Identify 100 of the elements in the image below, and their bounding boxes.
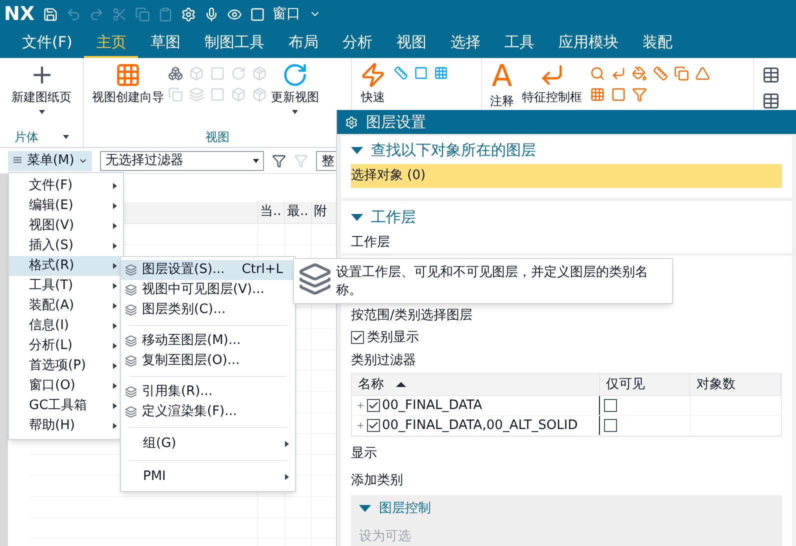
field-label: 添加类别 — [351, 472, 404, 490]
box-icon[interactable] — [231, 87, 246, 102]
ribbon-tab[interactable]: 文件(F) — [10, 28, 84, 58]
menu-item[interactable]: 移动至图层(M)... — [121, 331, 295, 351]
checkbox[interactable] — [604, 419, 618, 432]
column-header[interactable]: 对象数 — [690, 374, 781, 395]
table-icon[interactable] — [762, 92, 780, 110]
save-icon[interactable] — [42, 6, 58, 22]
ribbon-tab[interactable]: 装配 — [630, 28, 684, 58]
checkbox[interactable] — [604, 399, 618, 412]
select-object-row[interactable]: 选择对象 (0) — [351, 164, 782, 188]
ribbon-tab[interactable]: 制图工具 — [192, 28, 276, 58]
menu-item[interactable]: 复制至图层(O)... — [121, 351, 295, 371]
menu-item[interactable]: PMI — [121, 466, 295, 488]
image-icon[interactable] — [611, 87, 626, 102]
new-sheet-button[interactable]: 新建图纸页 — [12, 62, 72, 106]
copy-icon[interactable] — [134, 6, 150, 22]
section-title: 图层控制 — [379, 500, 431, 518]
copy-icon[interactable] — [168, 87, 183, 102]
menu-item[interactable]: 编辑(E) — [9, 196, 123, 216]
lightning-icon — [360, 62, 386, 88]
square-icon[interactable] — [210, 87, 225, 102]
funnel-icon[interactable] — [632, 87, 647, 102]
undo-icon[interactable] — [66, 6, 81, 22]
checkbox[interactable] — [367, 399, 380, 412]
letter-glyph: A — [492, 62, 512, 92]
paste-icon[interactable] — [158, 6, 173, 22]
column-header[interactable]: 仅可见 — [600, 374, 690, 395]
checkbox[interactable] — [351, 331, 364, 344]
triangle-icon[interactable] — [695, 66, 710, 81]
menu-item[interactable]: 图层设置(S)... Ctrl+L — [121, 260, 295, 280]
ruler-icon[interactable] — [653, 66, 668, 81]
package-icon[interactable] — [252, 66, 267, 81]
microphone-icon[interactable] — [204, 6, 219, 22]
box-icon[interactable] — [189, 66, 204, 81]
expand-icon[interactable] — [359, 505, 371, 512]
menu-item[interactable]: 引用集(R)... — [121, 382, 295, 402]
ribbon-tab[interactable]: 布局 — [276, 28, 330, 58]
ribbon-tab[interactable]: 选择 — [438, 28, 492, 58]
ribbon-tab[interactable]: 草图 — [138, 28, 192, 58]
section-label: 按范围/类别选择图层 — [351, 306, 474, 324]
submenu-arrow-icon — [285, 474, 289, 480]
scissors-icon[interactable] — [112, 6, 127, 22]
column-header[interactable]: 最.. — [285, 202, 312, 223]
ruler-icon[interactable] — [394, 66, 408, 80]
table-icon[interactable] — [762, 66, 780, 84]
paint-bucket-icon[interactable] — [632, 66, 647, 81]
layers-icon[interactable] — [189, 87, 204, 102]
copy-icon[interactable] — [674, 66, 689, 81]
shortcut-label: Ctrl+L — [242, 261, 284, 280]
update-view-button[interactable]: 更新视图 — [271, 62, 319, 106]
quick-button[interactable]: 快速 — [360, 62, 386, 106]
checkbox[interactable] — [367, 419, 380, 432]
menu-item[interactable]: 视图(V) — [9, 216, 123, 236]
menu-item[interactable]: 图层类别(C)... — [121, 300, 295, 320]
layers-icon — [125, 264, 137, 276]
expand-icon[interactable] — [356, 401, 365, 410]
expand-icon[interactable] — [351, 214, 363, 220]
expand-icon[interactable] — [356, 421, 365, 430]
submenu-arrow-icon — [113, 223, 117, 229]
field-label: 类别过滤器 — [351, 352, 417, 370]
field-label: 显示 — [351, 445, 378, 463]
ribbon-tab[interactable]: 分析 — [330, 28, 384, 58]
menu-item[interactable]: 视图中可见图层(V)... — [121, 280, 295, 300]
menu-glyph: ≡ — [12, 152, 23, 170]
caret-icon — [253, 158, 260, 162]
menu-item[interactable]: 文件(F) — [9, 176, 123, 196]
component-icon[interactable] — [168, 66, 183, 81]
submenu-arrow-icon — [285, 441, 289, 447]
window-menu[interactable]: 窗口 — [272, 4, 301, 24]
ribbon-tab[interactable]: 应用模块 — [546, 28, 630, 58]
menu-item[interactable]: 组(G) — [121, 433, 295, 455]
view-wizard-button[interactable]: 视图创建向导 — [92, 62, 164, 106]
redo-icon[interactable] — [88, 6, 104, 22]
menu-item[interactable]: 插入(S) — [9, 236, 123, 256]
column-header[interactable]: 名称 — [352, 374, 600, 395]
expand-icon[interactable] — [351, 146, 363, 154]
menu-button[interactable]: ≡ 菜单(M) — [8, 150, 92, 170]
hatch-icon[interactable] — [590, 87, 605, 102]
gear-icon[interactable] — [180, 6, 196, 22]
grid-icon[interactable] — [434, 66, 448, 80]
square-icon[interactable] — [414, 66, 428, 80]
square-icon[interactable] — [210, 66, 225, 81]
layers-icon — [125, 355, 137, 367]
package-icon[interactable] — [252, 87, 267, 102]
settings-icon — [345, 116, 358, 128]
selection-filter-dropdown[interactable]: 无选择过滤器 — [100, 150, 264, 170]
note-button[interactable]: A 注释 — [490, 62, 514, 110]
ribbon-tab[interactable]: 工具 — [492, 28, 546, 58]
filter-icon[interactable] — [272, 154, 286, 168]
corner-icon[interactable] — [611, 66, 626, 81]
rotate-icon[interactable] — [231, 66, 246, 81]
window-icon[interactable] — [250, 6, 265, 22]
feature-control-frame-button[interactable]: 特征控制框 — [522, 62, 582, 106]
menu-item[interactable]: 格式(R) — [9, 256, 123, 276]
column-header[interactable]: 当.. — [258, 202, 285, 223]
magnifier-icon[interactable] — [590, 66, 605, 81]
eye-icon[interactable] — [226, 6, 242, 22]
ribbon-tab[interactable]: 视图 — [384, 28, 438, 58]
menu-item[interactable]: 定义渲染集(F)... — [121, 402, 295, 422]
